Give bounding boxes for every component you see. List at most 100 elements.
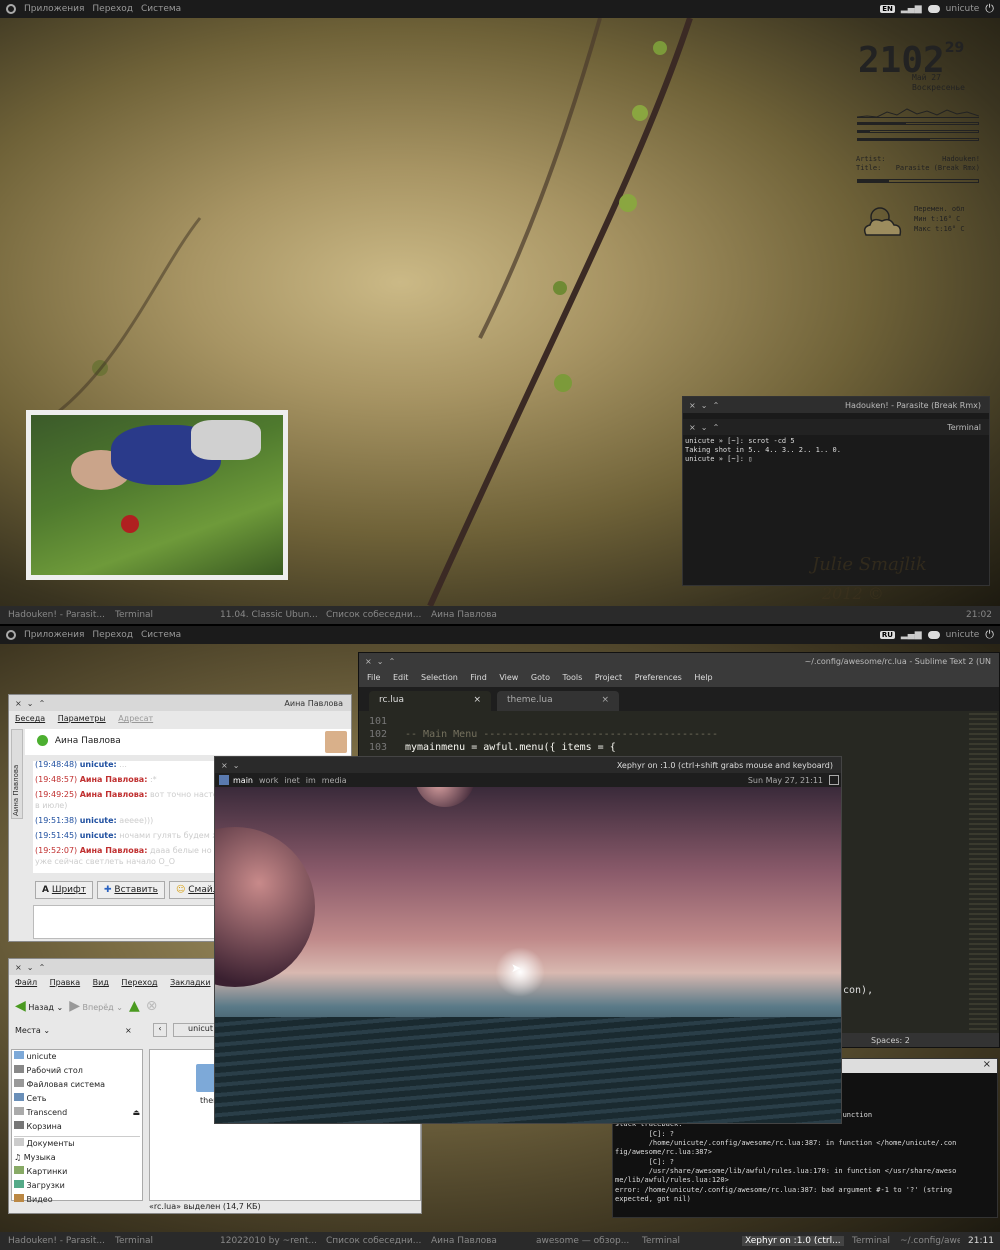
terminal-output[interactable]: unicute » [~]: scrot -cd 5 Taking shot i… <box>683 435 989 466</box>
task-item[interactable]: Terminal <box>642 1236 680 1246</box>
maximize-icon[interactable]: ⌃ <box>39 699 46 708</box>
menu-goto[interactable]: Goto <box>531 673 550 682</box>
tab-close-icon[interactable]: × <box>601 695 609 705</box>
menu-edit[interactable]: Edit <box>393 673 409 682</box>
task-item[interactable]: Список собеседни... <box>326 610 421 620</box>
tab-theme-lua[interactable]: theme.lua × <box>497 691 619 711</box>
menu-buddy[interactable]: Адресат <box>118 714 153 723</box>
minimize-icon[interactable]: ⌄ <box>233 761 240 770</box>
task-item[interactable]: 11.04. Classic Ubun... <box>220 610 318 620</box>
signal-icon[interactable]: ▂▄▆ <box>901 4 922 14</box>
minimize-icon[interactable]: ⌄ <box>27 699 34 708</box>
task-item[interactable]: Аина Павлова <box>431 1236 497 1246</box>
menu-selection[interactable]: Selection <box>421 673 458 682</box>
menu-help[interactable]: Help <box>694 673 712 682</box>
path-back-icon[interactable]: ‹ <box>153 1023 167 1037</box>
maximize-icon[interactable]: ⌃ <box>39 963 46 972</box>
sidebar-item-documents[interactable]: Документы <box>14 1136 140 1151</box>
chat-side-tab[interactable]: Аина Павлова <box>11 729 23 819</box>
task-item[interactable]: ~/.config/awesome... <box>900 1236 960 1246</box>
task-item[interactable]: awesome — обзор... <box>536 1236 629 1246</box>
minimap[interactable] <box>969 713 997 1033</box>
terminal-subbar[interactable]: × ⌄ ⌃ Terminal <box>683 419 989 435</box>
menu-options[interactable]: Параметры <box>58 714 106 723</box>
menu-file[interactable]: File <box>367 673 380 682</box>
menu-find[interactable]: Find <box>470 673 486 682</box>
close-icon[interactable]: × <box>365 657 372 666</box>
xephyr-window[interactable]: × ⌄ Xephyr on :1.0 (ctrl+shift grabs mou… <box>214 756 842 1124</box>
code-editor[interactable]: 101 102 -- Main Menu --------------------… <box>359 711 999 758</box>
sidebar-item-home[interactable]: unicute <box>14 1050 140 1064</box>
indent-status[interactable]: Spaces: 2 <box>871 1036 910 1045</box>
menu-go[interactable]: Переход <box>121 978 157 987</box>
terminal-titlebar[interactable]: × ⌄ ⌃ Hadouken! - Parasite (Break Rmx) <box>683 397 989 413</box>
user-name[interactable]: unicute <box>946 4 980 14</box>
layout-icon[interactable] <box>829 775 839 785</box>
task-item[interactable]: Terminal <box>115 610 153 620</box>
keyboard-layout-indicator[interactable]: RU <box>879 631 895 639</box>
signal-icon[interactable]: ▂▄▆ <box>901 630 922 640</box>
sidebar-item-desktop[interactable]: Рабочий стол <box>14 1064 140 1078</box>
sidebar-item-music[interactable]: ♫ Музыка <box>14 1151 140 1165</box>
close-icon[interactable]: × <box>15 963 22 972</box>
tab-rc-lua[interactable]: rc.lua × <box>369 691 491 711</box>
minimize-icon[interactable]: ⌄ <box>27 963 34 972</box>
task-item[interactable]: Hadouken! - Parasit... <box>8 1236 105 1246</box>
menu-applications[interactable]: Приложения <box>24 630 84 640</box>
menu-bookmarks[interactable]: Закладки <box>170 978 210 987</box>
menu-places[interactable]: Переход <box>92 630 133 640</box>
menu-view[interactable]: Вид <box>93 978 109 987</box>
menu-view[interactable]: View <box>499 673 518 682</box>
task-item[interactable]: Terminal <box>115 1236 153 1246</box>
task-item[interactable]: Hadouken! - Parasit... <box>8 610 105 620</box>
tag-inet[interactable]: inet <box>284 776 299 785</box>
menu-edit[interactable]: Правка <box>50 978 80 987</box>
close-icon[interactable]: × <box>689 423 696 432</box>
chat-status-icon[interactable] <box>927 5 940 13</box>
photo-frame-widget[interactable] <box>26 410 288 580</box>
minimize-icon[interactable]: ⌄ <box>701 401 708 410</box>
avatar[interactable] <box>325 731 347 753</box>
close-icon[interactable]: × <box>983 1059 991 1070</box>
sidebar-item-pictures[interactable]: Картинки <box>14 1165 140 1179</box>
maximize-icon[interactable]: ⌃ <box>713 423 720 432</box>
ubuntu-logo-icon[interactable] <box>6 4 16 14</box>
ubuntu-logo-icon[interactable] <box>6 630 16 640</box>
task-item[interactable]: Список собеседни... <box>326 1236 421 1246</box>
power-icon[interactable]: ⏻ <box>985 628 994 642</box>
tag-im[interactable]: im <box>306 776 316 785</box>
tag-work[interactable]: work <box>259 776 278 785</box>
up-arrow-icon[interactable]: ▲ <box>129 998 140 1014</box>
sidebar-item-transcend[interactable]: Transcend ⏏ <box>14 1106 140 1120</box>
forward-button[interactable]: ▶ Вперёд ⌄ <box>69 998 123 1014</box>
sidebar-item-videos[interactable]: Видео <box>14 1193 140 1207</box>
menu-system[interactable]: Система <box>141 4 181 14</box>
menu-preferences[interactable]: Preferences <box>635 673 682 682</box>
eject-icon[interactable]: ⏏ <box>132 1106 140 1120</box>
tag-main[interactable]: main <box>233 776 253 785</box>
menu-applications[interactable]: Приложения <box>24 4 84 14</box>
menu-system[interactable]: Система <box>141 630 181 640</box>
sublime-titlebar[interactable]: × ⌄ ⌃ ~/.config/awesome/rc.lua - Sublime… <box>359 653 999 669</box>
minimize-icon[interactable]: ⌄ <box>377 657 384 666</box>
user-name[interactable]: unicute <box>946 630 980 640</box>
chat-status-icon[interactable] <box>927 631 940 639</box>
menu-tools[interactable]: Tools <box>563 673 583 682</box>
task-item[interactable]: Аина Павлова <box>431 610 497 620</box>
task-item[interactable]: 12022010 by ~rent... <box>220 1236 317 1246</box>
keyboard-layout-indicator[interactable]: EN <box>880 5 895 13</box>
close-sidebar-icon[interactable]: × <box>125 1026 132 1035</box>
power-icon[interactable]: ⏻ <box>985 2 994 16</box>
sidebar-item-trash[interactable]: Корзина <box>14 1120 140 1134</box>
sidebar-item-downloads[interactable]: Загрузки <box>14 1179 140 1193</box>
task-item[interactable]: Terminal <box>852 1236 890 1246</box>
insert-button[interactable]: ✚ Вставить <box>96 881 165 899</box>
sidebar-item-network[interactable]: Сеть <box>14 1092 140 1106</box>
chat-titlebar[interactable]: × ⌄ ⌃ Аина Павлова <box>9 695 351 711</box>
maximize-icon[interactable]: ⌃ <box>389 657 396 666</box>
awesome-launcher-icon[interactable] <box>219 775 229 785</box>
close-icon[interactable]: × <box>15 699 22 708</box>
menu-places[interactable]: Переход <box>92 4 133 14</box>
places-dropdown[interactable]: Места <box>15 1026 41 1035</box>
places-sidebar[interactable]: unicute Рабочий стол Файловая система Се… <box>11 1049 143 1204</box>
